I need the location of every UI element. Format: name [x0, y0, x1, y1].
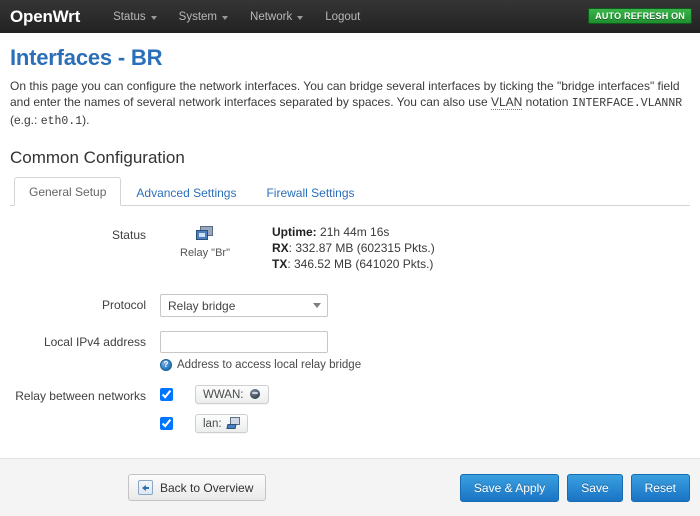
page-description-text-3: (e.g.: — [10, 113, 41, 127]
network-badge-label: WWAN: — [203, 388, 244, 401]
chevron-down-icon — [150, 15, 157, 20]
nav-item-network[interactable]: Network — [239, 6, 314, 28]
tx-label: TX — [272, 257, 288, 271]
protocol-select[interactable]: Relay bridge — [160, 294, 328, 317]
page-description-text-4: ). — [82, 113, 90, 127]
page-title: Interfaces - BR — [10, 45, 163, 70]
page-description: On this page you can configure the netwo… — [10, 78, 690, 130]
save-apply-button[interactable]: Save & Apply — [459, 473, 560, 502]
reset-button[interactable]: Reset — [630, 473, 690, 502]
form-row-status: Status Relay "Br" Uptime: 21h 44m 16s RX… — [10, 224, 690, 272]
vlan-abbr: VLAN — [490, 95, 523, 110]
tab-firewall-settings[interactable]: Firewall Settings — [251, 178, 369, 206]
status-details: Uptime: 21h 44m 16s RX: 332.87 MB (60231… — [250, 224, 435, 272]
relay-network-item: WWAN: — [160, 385, 690, 404]
eth0-example-code: eth0.1 — [40, 115, 83, 128]
page-description-text-2: notation — [522, 95, 572, 109]
network-badge-label: lan: — [203, 417, 222, 430]
network-badge-wwan[interactable]: WWAN: — [195, 385, 270, 404]
info-icon: ? — [160, 359, 172, 371]
tab-general-setup[interactable]: General Setup — [14, 177, 122, 206]
relay-network-checkbox-lan[interactable] — [160, 417, 173, 430]
interface-summary: Relay "Br" — [160, 224, 250, 259]
form-row-relay-networks: Relay between networks WWAN: lan: — [10, 385, 690, 443]
rx-label: RX — [272, 241, 289, 255]
back-arrow-icon — [138, 480, 153, 495]
relay-networks-label: Relay between networks — [15, 389, 146, 403]
relay-networks-field: WWAN: lan: — [160, 385, 690, 443]
nav-item-logout[interactable]: Logout — [314, 6, 371, 28]
uptime-value: 21h 44m 16s — [320, 225, 390, 239]
page-footer: Back to Overview Save & Apply Save Reset — [0, 458, 700, 516]
chevron-down-icon — [222, 15, 229, 20]
back-to-overview-label: Back to Overview — [160, 480, 254, 495]
nav-item-label: System — [178, 10, 218, 23]
page-content: Interfaces - BR On this page you can con… — [0, 33, 700, 443]
relay-network-checkbox-wwan[interactable] — [160, 388, 173, 401]
general-setup-form: Status Relay "Br" Uptime: 21h 44m 16s RX… — [10, 206, 690, 443]
protocol-label: Protocol — [101, 298, 146, 312]
form-row-local-ipv4: Local IPv4 address ? Address to access l… — [10, 331, 690, 371]
interface-vlannr-code: INTERFACE.VLANNR — [571, 97, 683, 110]
brand-logo[interactable]: OpenWrt — [10, 7, 80, 27]
save-button[interactable]: Save — [567, 473, 623, 502]
tx-line: TX: 346.52 MB (641020 Pkts.) — [272, 256, 435, 272]
wifi-zone-icon — [248, 388, 262, 401]
local-ipv4-field: ? Address to access local relay bridge — [160, 331, 690, 371]
configuration-tabs: General Setup Advanced Settings Firewall… — [10, 176, 690, 206]
relay-bridge-icon — [196, 226, 214, 242]
rx-value: : 332.87 MB (602315 Pkts.) — [288, 241, 435, 255]
rx-line: RX: 332.87 MB (602315 Pkts.) — [272, 240, 435, 256]
status-label: Status — [111, 228, 146, 242]
top-navigation-bar: OpenWrt Status System Network Logout AUT… — [0, 0, 700, 33]
uptime-label: Uptime: — [272, 225, 317, 239]
local-ipv4-hint-text: Address to access local relay bridge — [177, 359, 362, 371]
nav-item-label: Network — [250, 10, 293, 23]
nav-item-status[interactable]: Status — [102, 6, 168, 28]
nav-item-label: Status — [113, 10, 146, 23]
local-ipv4-input[interactable] — [160, 331, 328, 353]
local-ipv4-label: Local IPv4 address — [43, 335, 146, 349]
nav-item-system[interactable]: System — [168, 6, 239, 28]
protocol-field: Relay bridge — [160, 294, 690, 317]
relay-network-item: lan: — [160, 414, 690, 433]
local-ipv4-hint: ? Address to access local relay bridge — [160, 359, 690, 371]
tx-value: : 346.52 MB (641020 Pkts.) — [287, 257, 434, 271]
common-configuration-heading: Common Configuration — [10, 148, 185, 167]
back-to-overview-button[interactable]: Back to Overview — [128, 474, 267, 501]
status-field: Relay "Br" Uptime: 21h 44m 16s RX: 332.8… — [160, 224, 690, 272]
footer-actions: Save & Apply Save Reset — [459, 473, 690, 502]
interface-name-label: Relay "Br" — [180, 247, 230, 259]
auto-refresh-badge[interactable]: AUTO REFRESH ON — [588, 8, 692, 24]
form-row-protocol: Protocol Relay bridge — [10, 294, 690, 317]
uptime-line: Uptime: 21h 44m 16s — [272, 224, 435, 240]
network-badge-lan[interactable]: lan: — [195, 414, 248, 433]
ethernet-zone-icon — [227, 417, 241, 430]
tab-advanced-settings[interactable]: Advanced Settings — [121, 178, 251, 206]
chevron-down-icon — [297, 15, 304, 20]
nav-item-label: Logout — [325, 10, 361, 23]
protocol-selected-value: Relay bridge — [168, 298, 236, 313]
chevron-down-icon — [313, 303, 321, 308]
